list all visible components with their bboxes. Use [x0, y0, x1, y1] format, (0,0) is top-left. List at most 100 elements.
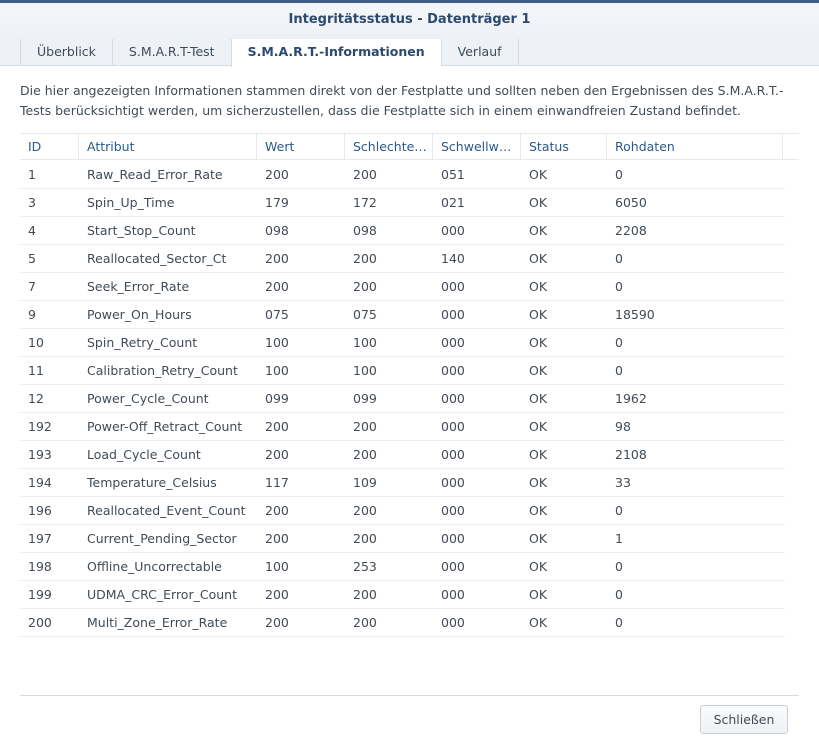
cell-threshold: 000 — [441, 615, 465, 630]
table-row[interactable]: 193 Load_Cycle_Count 200 200 000 OK 2108 — [20, 441, 785, 469]
tab-overview[interactable]: Überblick — [20, 39, 112, 66]
table-row[interactable]: 197 Current_Pending_Sector 200 200 000 OK 1 — [20, 525, 785, 553]
cell-worst: 200 — [353, 615, 377, 630]
cell-worst: 099 — [353, 391, 377, 406]
cell-attribute: Temperature_Celsius — [87, 475, 217, 490]
cell-worst: 100 — [353, 335, 377, 350]
cell-worst: 100 — [353, 363, 377, 378]
cell-attribute: Current_Pending_Sector — [87, 531, 237, 546]
table-row[interactable]: 7 Seek_Error_Rate 200 200 000 OK 0 — [20, 273, 785, 301]
cell-id: 199 — [28, 587, 52, 602]
table-row[interactable]: 4 Start_Stop_Count 098 098 000 OK 2208 — [20, 217, 785, 245]
cell-raw-data: 0 — [615, 251, 623, 266]
cell-worst: 200 — [353, 419, 377, 434]
table-row[interactable]: 3 Spin_Up_Time 179 172 021 OK 6050 — [20, 189, 785, 217]
cell-worst: 172 — [353, 195, 377, 210]
cell-status: OK — [529, 615, 548, 630]
cell-id: 1 — [28, 167, 36, 182]
cell-raw-data: 2208 — [615, 223, 647, 238]
cell-id: 198 — [28, 559, 52, 574]
cell-id: 10 — [28, 335, 44, 350]
cell-raw-data: 98 — [615, 419, 631, 434]
cell-worst: 098 — [353, 223, 377, 238]
cell-threshold: 000 — [441, 363, 465, 378]
table-row[interactable]: 12 Power_Cycle_Count 099 099 000 OK 1962 — [20, 385, 785, 413]
cell-worst: 109 — [353, 475, 377, 490]
cell-worst: 200 — [353, 503, 377, 518]
cell-status: OK — [529, 447, 548, 462]
cell-id: 196 — [28, 503, 52, 518]
column-header-worst[interactable]: Schlechte… — [345, 134, 433, 160]
table-row[interactable]: 192 Power-Off_Retract_Count 200 200 000 OK 98 — [20, 413, 785, 441]
cell-id: 200 — [28, 615, 52, 630]
table-row[interactable]: 5 Reallocated_Sector_Ct 200 200 140 OK 0 — [20, 245, 785, 273]
cell-value: 075 — [265, 307, 289, 322]
cell-worst: 200 — [353, 447, 377, 462]
cell-status: OK — [529, 195, 548, 210]
cell-worst: 253 — [353, 559, 377, 574]
table-row[interactable]: 11 Calibration_Retry_Count 100 100 000 OK 0 — [20, 357, 785, 385]
column-header-filler — [783, 134, 799, 160]
cell-value: 200 — [265, 251, 289, 266]
cell-value: 179 — [265, 195, 289, 210]
cell-worst: 200 — [353, 587, 377, 602]
column-header-threshold[interactable]: Schwellw… — [433, 134, 521, 160]
cell-threshold: 000 — [441, 475, 465, 490]
cell-status: OK — [529, 391, 548, 406]
cell-value: 200 — [265, 587, 289, 602]
cell-value: 117 — [265, 475, 289, 490]
cell-id: 9 — [28, 307, 36, 322]
title-bar: Integritätsstatus - Datenträger 1 — [0, 3, 819, 36]
cell-value: 100 — [265, 335, 289, 350]
cell-threshold: 000 — [441, 279, 465, 294]
column-header-attribute[interactable]: Attribut — [79, 134, 257, 160]
cell-raw-data: 1962 — [615, 391, 647, 406]
tab-bar: Überblick S.M.A.R.T-Test S.M.A.R.T.-Info… — [0, 36, 819, 67]
cell-status: OK — [529, 559, 548, 574]
cell-raw-data: 0 — [615, 615, 623, 630]
column-header-status[interactable]: Status — [521, 134, 607, 160]
column-header-value[interactable]: Wert — [257, 134, 345, 160]
cell-id: 12 — [28, 391, 44, 406]
cell-value: 200 — [265, 531, 289, 546]
table-row[interactable]: 196 Reallocated_Event_Count 200 200 000 OK 0 — [20, 497, 785, 525]
table-row[interactable]: 198 Offline_Uncorrectable 100 253 000 OK 0 — [20, 553, 785, 581]
cell-id: 197 — [28, 531, 52, 546]
column-header-raw-data[interactable]: Rohdaten — [607, 134, 783, 160]
table-row[interactable]: 1 Raw_Read_Error_Rate 200 200 051 OK 0 — [20, 161, 785, 189]
cell-value: 200 — [265, 503, 289, 518]
tab-smart-information[interactable]: S.M.A.R.T.-Informationen — [230, 39, 441, 67]
dialog-title: Integritätsstatus - Datenträger 1 — [288, 12, 531, 27]
cell-threshold: 051 — [441, 167, 465, 182]
cell-threshold: 021 — [441, 195, 465, 210]
table-row[interactable]: 194 Temperature_Celsius 117 109 000 OK 33 — [20, 469, 785, 497]
cell-attribute: Offline_Uncorrectable — [87, 559, 222, 574]
cell-worst: 200 — [353, 531, 377, 546]
cell-status: OK — [529, 503, 548, 518]
table-row[interactable]: 9 Power_On_Hours 075 075 000 OK 18590 — [20, 301, 785, 329]
cell-attribute: Power_Cycle_Count — [87, 391, 209, 406]
cell-value: 200 — [265, 167, 289, 182]
table-row[interactable]: 199 UDMA_CRC_Error_Count 200 200 000 OK 0 — [20, 581, 785, 609]
cell-status: OK — [529, 223, 548, 238]
cell-raw-data: 0 — [615, 363, 623, 378]
cell-id: 4 — [28, 223, 36, 238]
close-button[interactable]: Schließen — [700, 705, 788, 734]
cell-raw-data: 0 — [615, 503, 623, 518]
cell-status: OK — [529, 307, 548, 322]
tab-list: Überblick S.M.A.R.T-Test S.M.A.R.T.-Info… — [20, 39, 519, 67]
cell-attribute: Calibration_Retry_Count — [87, 363, 238, 378]
cell-status: OK — [529, 167, 548, 182]
cell-raw-data: 0 — [615, 279, 623, 294]
table-header: ID Attribut Wert Schlechte… Schwellw… St… — [20, 133, 799, 160]
cell-attribute: Seek_Error_Rate — [87, 279, 190, 294]
smart-attribute-table: ID Attribut Wert Schlechte… Schwellw… St… — [20, 133, 799, 638]
table-row[interactable]: 200 Multi_Zone_Error_Rate 200 200 000 OK 0 — [20, 609, 785, 637]
table-row[interactable]: 10 Spin_Retry_Count 100 100 000 OK 0 — [20, 329, 785, 357]
cell-value: 100 — [265, 363, 289, 378]
cell-value: 100 — [265, 559, 289, 574]
cell-threshold: 000 — [441, 391, 465, 406]
column-header-id[interactable]: ID — [20, 134, 79, 160]
tab-smart-test[interactable]: S.M.A.R.T-Test — [111, 39, 231, 66]
tab-history[interactable]: Verlauf — [440, 39, 519, 66]
